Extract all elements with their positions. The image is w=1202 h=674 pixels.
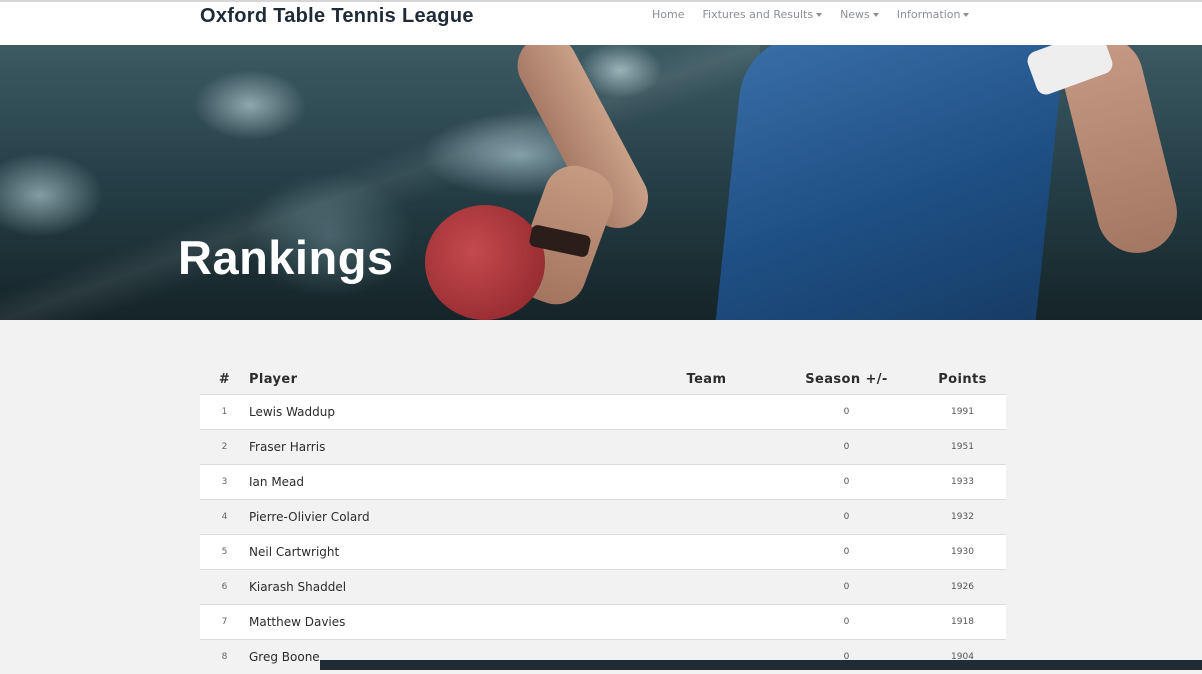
table-row: 5 Neil Cartwright 0 1930 [200,534,1006,569]
season-change-cell: 0 [843,442,850,452]
rank-cell: 3 [221,477,228,487]
nav-news[interactable]: News [840,8,879,21]
site-brand[interactable]: Oxford Table Tennis League [200,5,474,28]
nav-fixtures-and-results[interactable]: Fixtures and Results [702,8,823,21]
table-row: 3 Ian Mead 0 1933 [200,464,1006,499]
main-nav: Home Fixtures and Results News Informati… [652,8,987,21]
nav-information-label: Information [896,8,961,21]
season-change-cell: 0 [843,407,850,417]
points-cell: 1932 [951,512,974,522]
player-name-cell[interactable]: Fraser Harris [249,440,639,454]
hero-banner: Rankings [0,45,1202,320]
page-title: Rankings [178,231,394,284]
player-name-cell[interactable]: Matthew Davies [249,615,639,629]
points-cell: 1926 [951,582,974,592]
table-row: 7 Matthew Davies 0 1918 [200,604,1006,639]
season-change-cell: 0 [843,512,850,522]
nav-information[interactable]: Information [897,8,970,21]
caret-down-icon [963,12,970,17]
table-tennis-paddle-image [425,205,545,320]
points-cell: 1991 [951,407,974,417]
table-row: 1 Lewis Waddup 0 1991 [200,394,1006,429]
col-header-season: Season +/- [805,371,888,387]
col-header-rank: # [218,371,231,387]
points-cell: 1933 [951,477,974,487]
season-change-cell: 0 [843,617,850,627]
season-change-cell: 0 [843,547,850,557]
col-header-team: Team [686,371,727,387]
caret-down-icon [816,12,823,17]
player-name-cell[interactable]: Kiarash Shaddel [249,580,639,594]
rank-cell: 6 [221,582,228,592]
player-name-cell[interactable]: Lewis Waddup [249,405,639,419]
points-cell: 1930 [951,547,974,557]
nav-news-label: News [840,8,870,21]
hero-player-shirt [714,45,1066,320]
rank-cell: 1 [221,407,228,417]
nav-fixtures-label: Fixtures and Results [702,8,814,21]
table-row: 6 Kiarash Shaddel 0 1926 [200,569,1006,604]
rank-cell: 5 [221,547,228,557]
nav-home-label: Home [652,8,685,21]
col-header-player: Player [249,371,298,387]
rank-cell: 2 [221,442,228,452]
caret-down-icon [872,12,879,17]
points-cell: 1918 [951,617,974,627]
table-row: 2 Fraser Harris 0 1951 [200,429,1006,464]
rankings-table: # Player Team Season +/- Points 1 Lewis W… [200,364,1006,674]
rank-cell: 7 [221,617,228,627]
points-cell: 1951 [951,442,974,452]
top-navbar: Oxford Table Tennis League Home Fixtures… [0,0,1202,45]
season-change-cell: 0 [843,477,850,487]
nav-home[interactable]: Home [652,8,684,21]
rank-cell: 4 [221,512,228,522]
rankings-table-header: # Player Team Season +/- Points [200,364,1006,394]
os-taskbar [320,660,1202,670]
rankings-table-body: 1 Lewis Waddup 0 1991 2 Fraser Harris 0 1951 3 Ia… [200,394,1006,674]
season-change-cell: 0 [843,582,850,592]
player-name-cell[interactable]: Ian Mead [249,475,639,489]
player-name-cell[interactable]: Pierre-Olivier Colard [249,510,639,524]
table-row: 4 Pierre-Olivier Colard 0 1932 [200,499,1006,534]
col-header-points: Points [938,371,987,387]
player-name-cell[interactable]: Neil Cartwright [249,545,639,559]
rank-cell: 8 [221,652,228,662]
